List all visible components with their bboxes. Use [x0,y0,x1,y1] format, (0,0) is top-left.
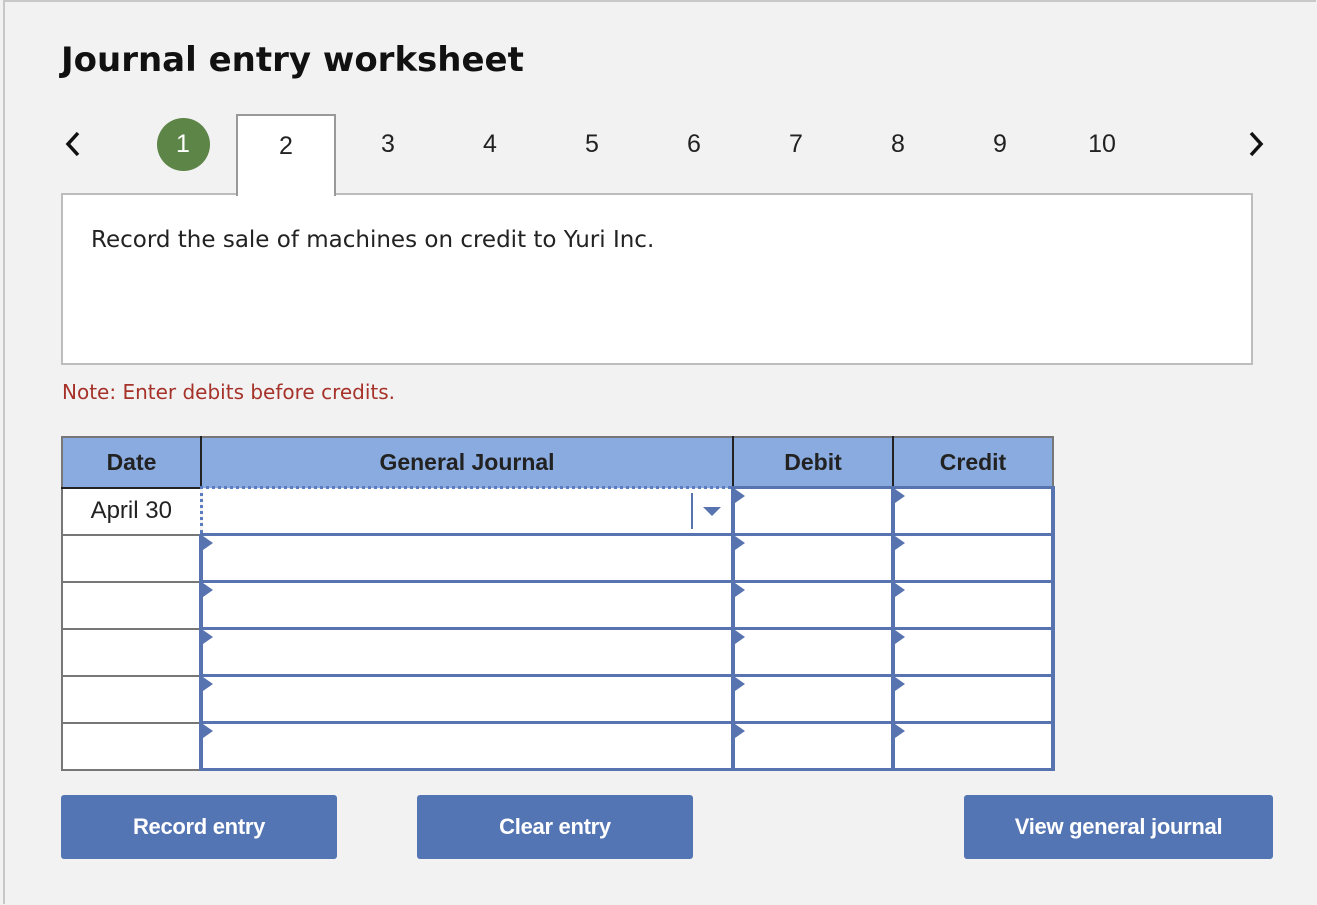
account-cell[interactable] [199,533,735,583]
completed-step-badge: 1 [156,117,210,171]
cell-marker-icon [895,489,905,503]
tab-10[interactable]: 10 [1052,114,1152,194]
cell-marker-icon [203,677,213,691]
debit-cell[interactable] [731,486,895,536]
account-cell[interactable] [199,486,735,536]
tab-9[interactable]: 9 [950,114,1050,194]
cell-marker-icon [735,677,745,691]
table-row [61,721,1055,771]
next-page-button[interactable] [1241,122,1271,166]
debit-cell[interactable] [731,627,895,677]
view-general-journal-button[interactable]: View general journal [964,795,1273,859]
date-cell [61,627,202,677]
account-select[interactable] [203,583,731,627]
tab-3[interactable]: 3 [338,114,438,194]
cell-marker-icon [735,630,745,644]
account-cell[interactable] [199,580,735,630]
credit-cell[interactable] [891,580,1055,630]
debit-cell[interactable] [731,674,895,724]
cell-marker-icon [203,536,213,550]
cell-marker-icon [895,536,905,550]
account-cell[interactable] [199,627,735,677]
prompt-box: Record the sale of machines on credit to… [61,193,1253,365]
date-cell [61,580,202,630]
column-header-general-journal: General Journal [200,436,734,489]
tab-1[interactable]: 1 [133,114,233,194]
cell-marker-icon [203,630,213,644]
account-select[interactable] [203,536,731,580]
account-dropdown-button[interactable] [691,493,731,529]
tab-5[interactable]: 5 [542,114,642,194]
account-select[interactable] [202,489,731,533]
debit-input[interactable] [735,489,891,533]
date-cell: April 30 [61,486,202,536]
caret-down-icon [703,506,721,516]
cell-marker-icon [895,630,905,644]
journal-table: Date General Journal Debit Credit April … [61,436,1055,771]
tab-4[interactable]: 4 [440,114,540,194]
account-select[interactable] [203,677,731,721]
debit-input[interactable] [735,677,891,721]
prev-page-button[interactable] [58,122,88,166]
column-header-debit: Debit [732,436,894,489]
column-header-date: Date [61,436,202,489]
credit-cell[interactable] [891,486,1055,536]
account-cell[interactable] [199,674,735,724]
date-cell [61,674,202,724]
credit-input[interactable] [895,489,1051,533]
debit-cell[interactable] [731,533,895,583]
tab-6[interactable]: 6 [644,114,744,194]
credit-cell[interactable] [891,721,1055,771]
credit-cell[interactable] [891,674,1055,724]
credit-input[interactable] [895,536,1051,580]
account-cell[interactable] [199,721,735,771]
tab-8[interactable]: 8 [848,114,948,194]
tab-2[interactable]: 2 [236,114,336,196]
debit-input[interactable] [735,536,891,580]
table-row [61,627,1055,677]
cell-marker-icon [735,724,745,738]
table-header-row: Date General Journal Debit Credit [61,436,1054,489]
cell-marker-icon [203,583,213,597]
column-header-credit: Credit [892,436,1054,489]
table-row [61,674,1055,724]
credit-cell[interactable] [891,627,1055,677]
credit-input[interactable] [895,583,1051,627]
date-cell [61,533,202,583]
credit-input[interactable] [895,724,1051,768]
record-entry-button[interactable]: Record entry [61,795,337,859]
debit-input[interactable] [735,724,891,768]
cell-marker-icon [735,536,745,550]
account-select[interactable] [203,724,731,768]
table-row: April 30 [61,486,1055,536]
date-cell [61,721,202,771]
table-row [61,533,1055,583]
note-text: Note: Enter debits before credits. [62,380,396,404]
cell-marker-icon [203,724,213,738]
chevron-left-icon [65,131,80,157]
debit-input[interactable] [735,630,891,674]
credit-cell[interactable] [891,533,1055,583]
tab-7[interactable]: 7 [746,114,846,194]
debit-cell[interactable] [731,580,895,630]
clear-entry-button[interactable]: Clear entry [417,795,693,859]
credit-input[interactable] [895,677,1051,721]
table-row [61,580,1055,630]
debit-input[interactable] [735,583,891,627]
cell-marker-icon [895,724,905,738]
credit-input[interactable] [895,630,1051,674]
cell-marker-icon [735,489,745,503]
debit-cell[interactable] [731,721,895,771]
cell-marker-icon [735,583,745,597]
cell-marker-icon [895,677,905,691]
account-select[interactable] [203,630,731,674]
page-title: Journal entry worksheet [61,40,524,80]
cell-marker-icon [895,583,905,597]
chevron-right-icon [1249,131,1264,157]
prompt-text: Record the sale of machines on credit to… [91,227,655,253]
